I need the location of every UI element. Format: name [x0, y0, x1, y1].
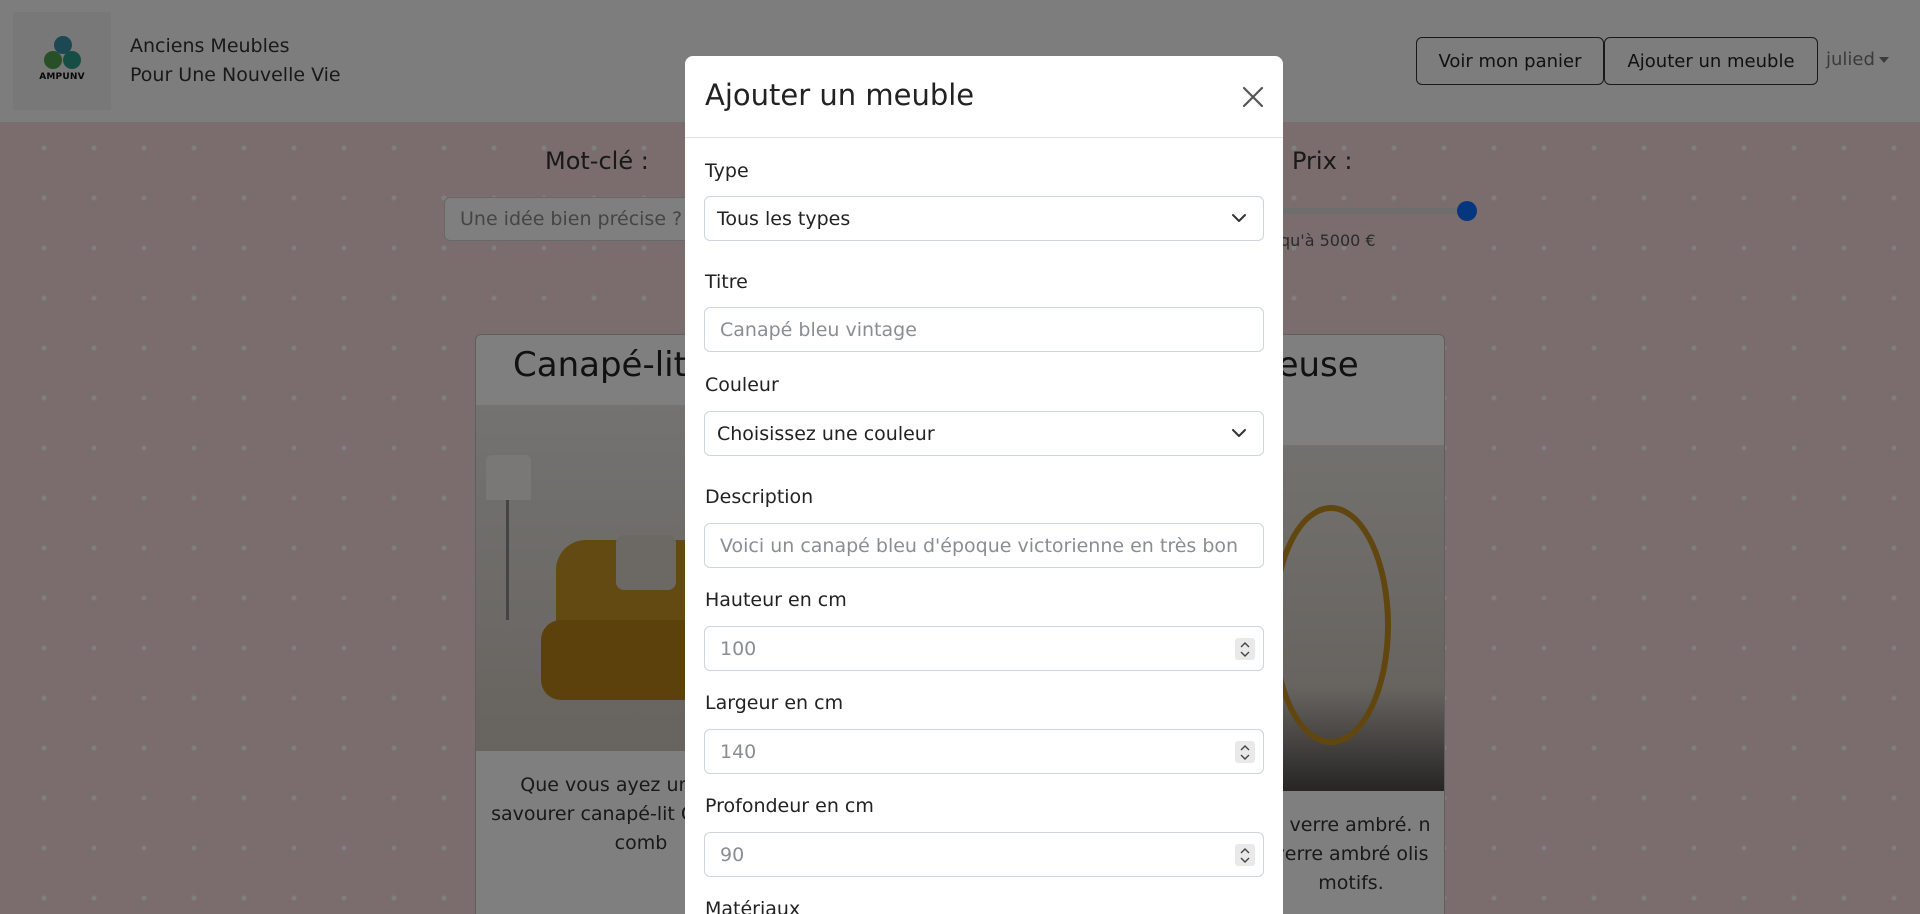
type-label: Type [705, 160, 749, 182]
spinner-up-icon[interactable] [1240, 641, 1250, 649]
description-placeholder: Voici un canapé bleu d'époque victorienn… [720, 534, 1239, 557]
number-spinner[interactable] [1235, 638, 1255, 660]
spinner-up-icon[interactable] [1240, 847, 1250, 855]
hauteur-input[interactable]: 100 [704, 626, 1264, 671]
modal-title: Ajouter un meuble [705, 78, 975, 112]
profondeur-label: Profondeur en cm [705, 795, 874, 817]
close-icon[interactable] [1240, 84, 1266, 110]
largeur-placeholder: 140 [720, 740, 757, 763]
modal-header: Ajouter un meuble [685, 56, 1283, 138]
spinner-down-icon[interactable] [1240, 650, 1250, 658]
type-select[interactable]: Tous les types [704, 196, 1264, 241]
hauteur-placeholder: 100 [720, 637, 757, 660]
add-furniture-modal: Ajouter un meuble Type Tous les types Ti… [685, 56, 1283, 914]
number-spinner[interactable] [1235, 741, 1255, 763]
spinner-up-icon[interactable] [1240, 744, 1250, 752]
couleur-label: Couleur [705, 374, 779, 396]
profondeur-placeholder: 90 [720, 843, 745, 866]
spinner-down-icon[interactable] [1240, 856, 1250, 864]
description-label: Description [705, 486, 814, 508]
titre-input[interactable]: Canapé bleu vintage [704, 307, 1264, 352]
largeur-label: Largeur en cm [705, 692, 844, 714]
largeur-input[interactable]: 140 [704, 729, 1264, 774]
titre-placeholder: Canapé bleu vintage [720, 318, 917, 341]
number-spinner[interactable] [1235, 844, 1255, 866]
type-selected-value: Tous les types [717, 207, 851, 230]
hauteur-label: Hauteur en cm [705, 589, 847, 611]
couleur-selected-value: Choisissez une couleur [717, 422, 935, 445]
description-input[interactable]: Voici un canapé bleu d'époque victorienn… [704, 523, 1264, 568]
spinner-down-icon[interactable] [1240, 753, 1250, 761]
couleur-select[interactable]: Choisissez une couleur [704, 411, 1264, 456]
profondeur-input[interactable]: 90 [704, 832, 1264, 877]
chevron-down-icon [1232, 429, 1246, 437]
chevron-down-icon [1232, 214, 1246, 222]
titre-label: Titre [705, 271, 748, 293]
materiaux-label: Matériaux [705, 898, 801, 914]
